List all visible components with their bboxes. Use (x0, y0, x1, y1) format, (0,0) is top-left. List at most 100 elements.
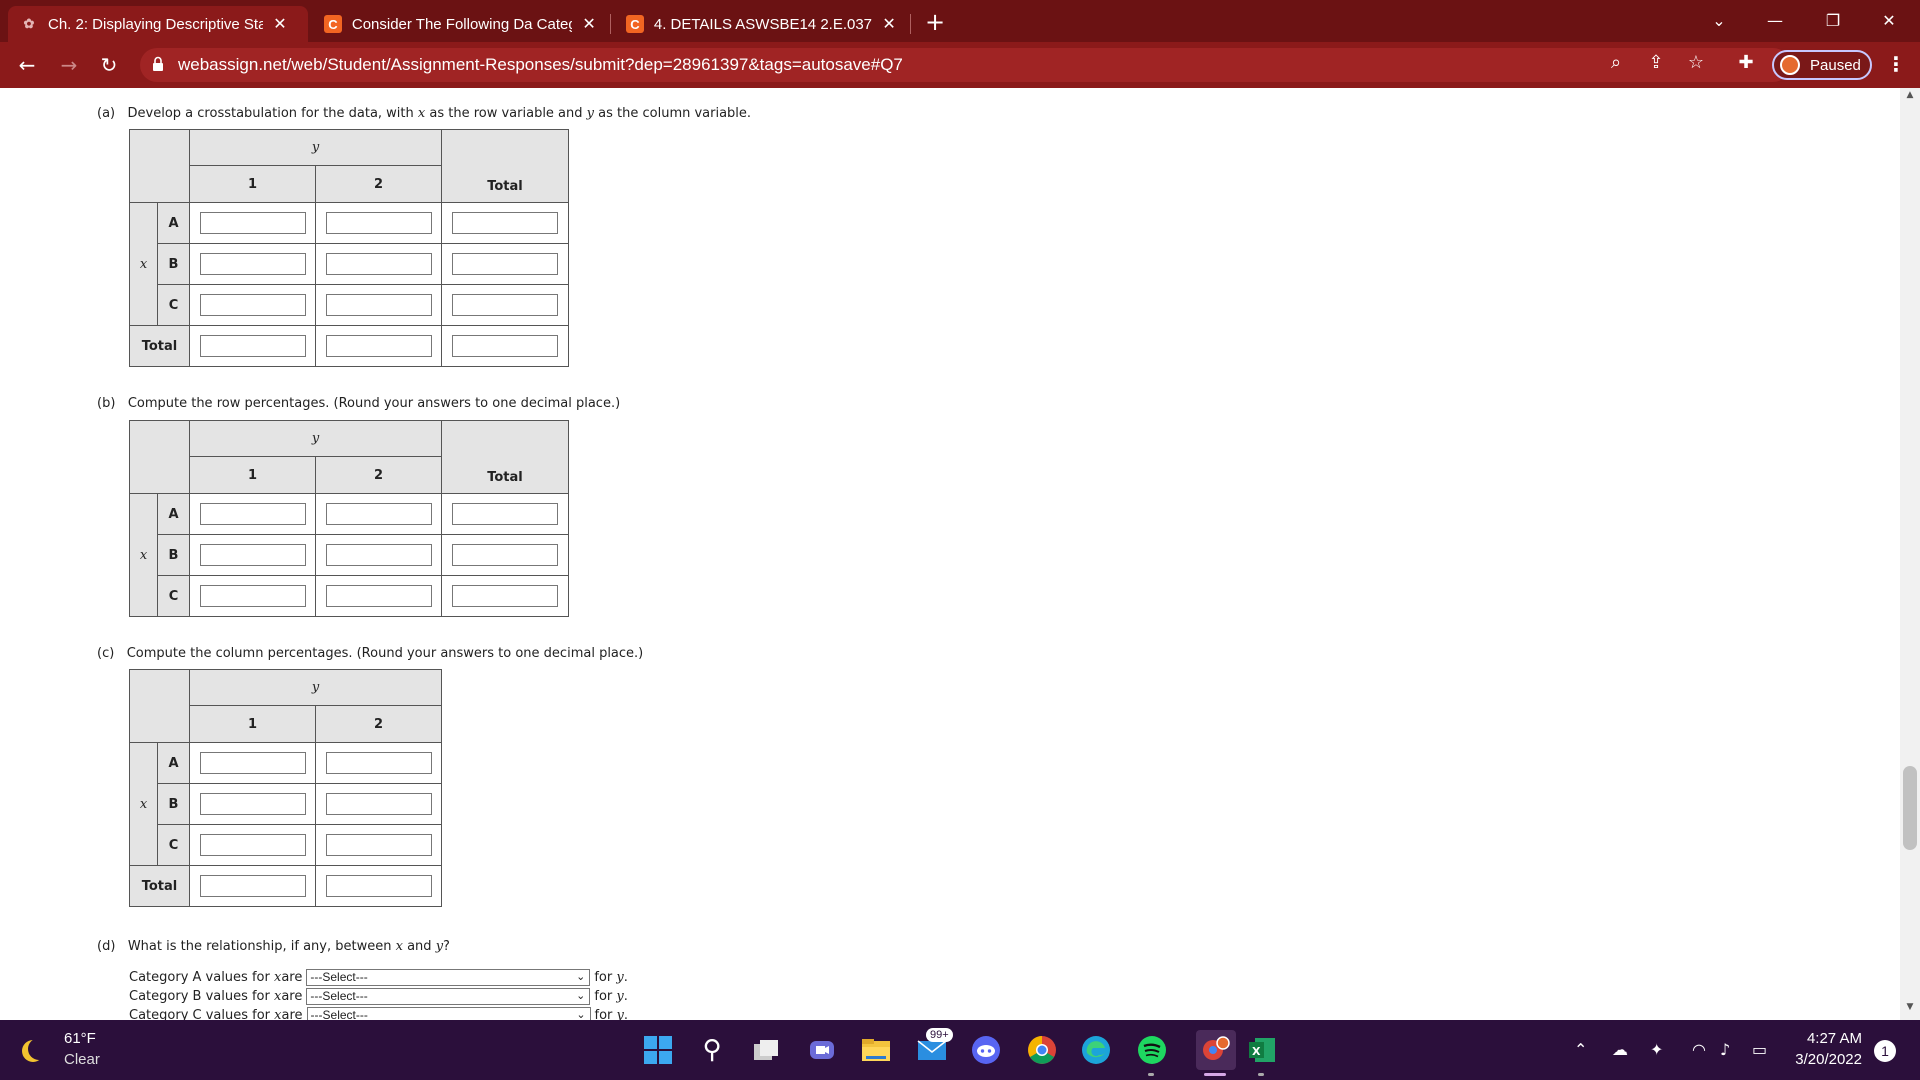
rowpct-b-1[interactable] (199, 544, 306, 566)
corner-cell (129, 129, 190, 203)
toolbar: ← → ↻ webassign.net/web/Student/Assignme… (0, 42, 1920, 88)
extensions-puzzle-icon[interactable]: ✚ (1733, 52, 1759, 73)
close-tab-icon[interactable]: ✕ (580, 14, 598, 34)
zoom-icon[interactable]: ⌕ (1603, 52, 1629, 73)
close-window-icon[interactable]: ✕ (1866, 4, 1912, 36)
windows-start-icon[interactable] (642, 1034, 674, 1066)
input-b-2[interactable] (325, 253, 432, 275)
wifi-icon[interactable]: ◠ (1692, 1040, 1706, 1059)
clock-date[interactable]: 3/20/2022 (1780, 1051, 1862, 1068)
running-indicator (1148, 1073, 1154, 1076)
input-a-2[interactable] (325, 212, 432, 234)
onedrive-cloud-icon[interactable]: ☁ (1612, 1040, 1628, 1059)
x-header: x (129, 742, 158, 866)
lock-icon[interactable] (152, 56, 164, 72)
tab-details[interactable]: C 4. DETAILS ASWSBE14 2.E.037. M ✕ (614, 6, 910, 42)
y-header: y (189, 420, 442, 457)
battery-icon[interactable]: ▭ (1752, 1040, 1767, 1059)
scroll-down-icon[interactable]: ▼ (1900, 1002, 1920, 1018)
rowpct-c-total[interactable] (452, 585, 558, 607)
rowpct-b-total[interactable] (452, 544, 558, 566)
colpct-b-1[interactable] (199, 793, 306, 815)
search-icon[interactable]: ⚲ (696, 1034, 728, 1066)
input-c-2[interactable] (325, 294, 432, 316)
kebab-menu-icon[interactable]: ⋮ (1886, 52, 1906, 76)
rowpct-a-1[interactable] (199, 503, 306, 525)
chrome-icon[interactable] (1026, 1034, 1058, 1066)
close-tab-icon[interactable]: ✕ (880, 14, 898, 34)
crosstab-table-a: y Total 1 2 x A B C Total (129, 129, 569, 367)
column-percentages-table: y 1 2 x A B C Total (129, 669, 442, 907)
share-icon[interactable]: ⇪ (1643, 52, 1669, 73)
spotify-icon[interactable] (1136, 1034, 1168, 1066)
question-b: (b) Compute the row percentages. (Round … (97, 396, 621, 411)
colpct-a-2[interactable] (325, 752, 432, 774)
corner-cell (129, 420, 190, 494)
weather-temperature[interactable]: 61°F (64, 1030, 96, 1047)
new-tab-button[interactable]: + (920, 8, 950, 38)
volume-icon[interactable]: ♪ (1720, 1040, 1730, 1059)
input-total-2[interactable] (325, 335, 432, 357)
active-indicator (1204, 1073, 1226, 1076)
tab-title: 4. DETAILS ASWSBE14 2.E.037. M (653, 15, 873, 33)
input-b-total[interactable] (452, 253, 558, 275)
profile-status: Paused (1810, 56, 1861, 74)
row-header-c: C (157, 575, 190, 617)
colpct-total-1[interactable] (199, 875, 306, 897)
chevron-up-icon[interactable]: ⌃ (1574, 1040, 1587, 1059)
rowpct-a-total[interactable] (452, 503, 558, 525)
relationship-select-b[interactable]: ---Select--- ⌄ (306, 988, 591, 1005)
edge-icon[interactable] (1080, 1034, 1112, 1066)
rowpct-c-1[interactable] (199, 585, 306, 607)
rowpct-a-2[interactable] (325, 503, 432, 525)
input-c-1[interactable] (199, 294, 306, 316)
rowpct-b-2[interactable] (325, 544, 432, 566)
back-icon[interactable]: ← (12, 50, 42, 80)
minimize-icon[interactable]: — (1752, 4, 1798, 36)
relationship-row-a: Category A values for x are ---Select---… (129, 969, 628, 986)
moon-weather-icon[interactable] (28, 1038, 50, 1060)
address-url[interactable]: webassign.net/web/Student/Assignment-Res… (178, 55, 903, 75)
vertical-scrollbar[interactable]: ▲ ▼ (1900, 88, 1920, 1020)
colpct-b-2[interactable] (325, 793, 432, 815)
profile-button[interactable]: Paused (1772, 50, 1872, 80)
weather-description[interactable]: Clear (64, 1051, 100, 1068)
clock-time[interactable]: 4:27 AM (1802, 1030, 1862, 1047)
file-explorer-icon[interactable] (860, 1034, 892, 1066)
relationship-row-c: Category C values for x are ---Select---… (129, 1007, 628, 1020)
rowpct-c-2[interactable] (325, 585, 432, 607)
colpct-total-2[interactable] (325, 875, 432, 897)
dropbox-icon[interactable]: ✦ (1650, 1040, 1663, 1059)
bookmark-star-icon[interactable]: ☆ (1683, 52, 1709, 73)
excel-icon[interactable]: X (1246, 1034, 1278, 1066)
chrome-profile-icon[interactable] (1196, 1030, 1236, 1070)
row-header-b: B (157, 783, 190, 825)
close-tab-icon[interactable]: ✕ (271, 14, 289, 34)
input-total-total[interactable] (452, 335, 558, 357)
relationship-select-c[interactable]: ---Select--- ⌄ (306, 1007, 591, 1020)
relationship-select-a[interactable]: ---Select--- ⌄ (306, 969, 591, 986)
chegg-favicon-icon: C (324, 15, 342, 33)
svg-text:X: X (1252, 1045, 1261, 1058)
colpct-a-1[interactable] (199, 752, 306, 774)
input-total-1[interactable] (199, 335, 306, 357)
notification-badge[interactable]: 1 (1874, 1040, 1896, 1062)
colpct-c-1[interactable] (199, 834, 306, 856)
tab-consider[interactable]: C Consider The Following Da Categ ✕ (312, 6, 610, 42)
tab-ch2[interactable]: ✿ Ch. 2: Displaying Descriptive Stat ✕ (8, 6, 308, 42)
task-view-icon[interactable] (750, 1034, 782, 1066)
scroll-up-icon[interactable]: ▲ (1900, 90, 1920, 106)
discord-icon[interactable] (970, 1034, 1002, 1066)
restore-icon[interactable]: ❐ (1810, 4, 1856, 36)
colpct-c-2[interactable] (325, 834, 432, 856)
input-a-1[interactable] (199, 212, 306, 234)
x-header: x (129, 493, 158, 617)
input-a-total[interactable] (452, 212, 558, 234)
forward-icon[interactable]: → (54, 50, 84, 80)
input-c-total[interactable] (452, 294, 558, 316)
reload-icon[interactable]: ↻ (94, 50, 124, 80)
tab-search-icon[interactable]: ⌄ (1696, 4, 1742, 36)
teams-chat-icon[interactable] (806, 1034, 838, 1066)
scrollbar-thumb[interactable] (1903, 766, 1917, 850)
input-b-1[interactable] (199, 253, 306, 275)
